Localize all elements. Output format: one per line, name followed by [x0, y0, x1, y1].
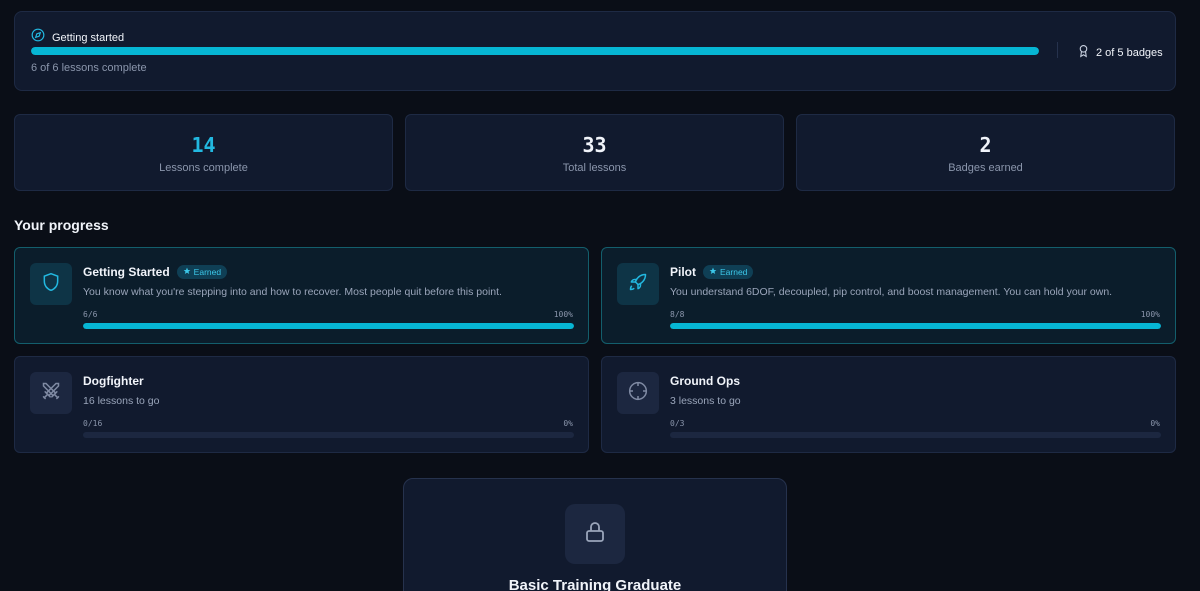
badge-card-getting-started[interactable]: Getting Started Earned You know what you… [14, 247, 589, 344]
compass-icon [31, 28, 45, 47]
badge-progress-bar [83, 432, 574, 438]
crosshair-icon [628, 381, 648, 406]
rocket-icon [628, 272, 648, 297]
badge-name: Dogfighter [83, 374, 144, 388]
shield-icon [41, 272, 61, 297]
stat-value: 14 [191, 133, 216, 157]
lesson-count: 8/8 [670, 310, 685, 319]
banner-divider [1057, 42, 1058, 58]
badge-description: You understand 6DOF, decoupled, pip cont… [670, 286, 1113, 298]
earned-badge: Earned [176, 265, 228, 279]
badge-icon-box [617, 372, 659, 414]
badge-card-dogfighter[interactable]: Dogfighter 16 lessons to go 0/16 0% [14, 356, 589, 453]
banner-subtitle: 6 of 6 lessons complete [31, 62, 147, 74]
badge-progress-bar [670, 432, 1161, 438]
badge-name-row: Ground Ops [670, 374, 740, 388]
star-icon [709, 267, 717, 277]
progress-percent: 100% [553, 310, 573, 319]
lock-icon-box [565, 504, 625, 564]
section-title: Your progress [14, 217, 109, 233]
stat-value: 33 [582, 133, 607, 157]
progress-percent: 0% [563, 419, 573, 428]
badge-progress-fill [83, 323, 574, 329]
lock-icon [583, 520, 607, 549]
lesson-count: 0/3 [670, 419, 685, 428]
stat-label: Total lessons [562, 162, 627, 174]
stat-total-lessons: 33 Total lessons [405, 114, 784, 191]
award-icon [1077, 44, 1090, 61]
badge-name-row: Pilot Earned [670, 265, 754, 279]
badge-name: Pilot [670, 265, 696, 279]
badge-icon-box [30, 263, 72, 305]
stat-label: Badges earned [948, 162, 1023, 174]
banner-title: Getting started [52, 31, 125, 44]
badges-count[interactable]: 2 of 5 badges [1077, 44, 1163, 61]
badge-card-ground-ops[interactable]: Ground Ops 3 lessons to go 0/3 0% [601, 356, 1176, 453]
earned-label: Earned [720, 267, 748, 277]
progress-percent: 0% [1150, 419, 1160, 428]
badge-progress-bar [670, 323, 1161, 329]
star-icon [183, 267, 191, 277]
stat-badges-earned: 2 Badges earned [796, 114, 1175, 191]
banner-progress-bar [31, 47, 1039, 55]
locked-badge-card[interactable]: Basic Training Graduate [403, 478, 787, 591]
badge-progress-fill [670, 323, 1161, 329]
badge-name: Getting Started [83, 265, 170, 279]
lesson-count: 6/6 [83, 310, 98, 319]
crossed-swords-icon [41, 381, 61, 406]
lesson-count: 0/16 [83, 419, 103, 428]
badge-progress-bar [83, 323, 574, 329]
banner-title-row: Getting started [31, 28, 124, 47]
badge-description: You know what you're stepping into and h… [83, 286, 502, 298]
badge-icon-box [30, 372, 72, 414]
badges-count-label: 2 of 5 badges [1096, 46, 1163, 59]
locked-badge-title: Basic Training Graduate [508, 577, 682, 591]
earned-badge: Earned [703, 265, 754, 279]
badge-card-pilot[interactable]: Pilot Earned You understand 6DOF, decoup… [601, 247, 1176, 344]
progress-page: Getting started 6 of 6 lessons complete … [0, 0, 1200, 591]
badge-name-row: Getting Started Earned [83, 265, 228, 279]
badge-description: 3 lessons to go [670, 395, 741, 407]
stat-value: 2 [979, 133, 992, 157]
badge-icon-box [617, 263, 659, 305]
stat-label: Lessons complete [159, 162, 248, 174]
badge-name: Ground Ops [670, 374, 740, 388]
current-badge-banner: Getting started 6 of 6 lessons complete … [14, 11, 1176, 91]
progress-percent: 100% [1140, 310, 1160, 319]
badge-name-row: Dogfighter [83, 374, 144, 388]
banner-progress-fill [31, 47, 1039, 55]
stat-lessons-complete: 14 Lessons complete [14, 114, 393, 191]
earned-label: Earned [193, 267, 222, 277]
badge-description: 16 lessons to go [83, 395, 160, 407]
